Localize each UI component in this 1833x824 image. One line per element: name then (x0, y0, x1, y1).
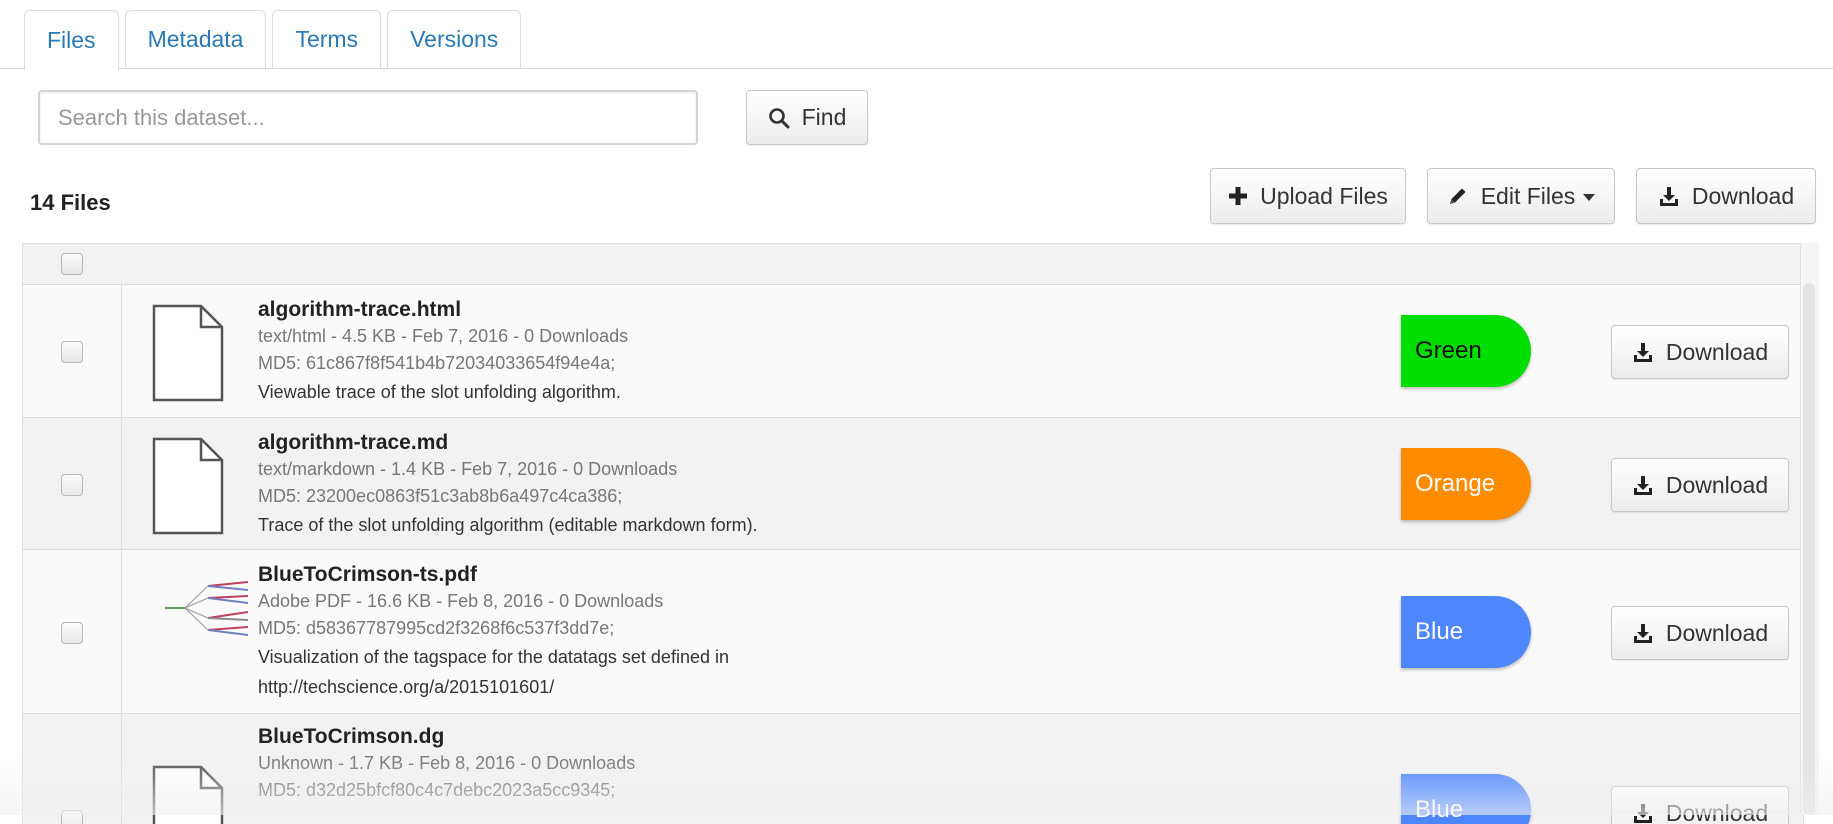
tab-terms[interactable]: Terms (272, 10, 381, 68)
tag-label[interactable]: Green (1401, 315, 1531, 387)
document-icon (151, 303, 225, 403)
download-icon (1632, 802, 1654, 824)
search-input[interactable] (38, 90, 698, 145)
download-icon (1632, 622, 1654, 644)
row-checkbox[interactable] (61, 474, 83, 496)
file-info: algorithm-trace.html text/html - 4.5 KB … (258, 297, 628, 407)
download-label: Download (1666, 472, 1768, 499)
file-info: BlueToCrimson-ts.pdf Adobe PDF - 16.6 KB… (258, 562, 729, 702)
file-count: 14 Files (30, 190, 111, 216)
upload-label: Upload Files (1260, 183, 1388, 210)
table-row: BlueToCrimson.dg Unknown - 1.7 KB - Feb … (23, 714, 1803, 824)
file-meta: text/markdown - 1.4 KB - Feb 7, 2016 - 0… (258, 456, 758, 483)
table-header (23, 244, 1803, 285)
upload-files-button[interactable]: Upload Files (1210, 168, 1406, 224)
tag-label[interactable]: Orange (1401, 448, 1531, 520)
tab-files[interactable]: Files (24, 10, 119, 70)
file-meta: Unknown - 1.7 KB - Feb 8, 2016 - 0 Downl… (258, 750, 635, 777)
file-md5: MD5: 23200ec0863f51c3ab8b6a497c4ca386; (258, 483, 758, 510)
download-label: Download (1666, 339, 1768, 366)
pencil-icon (1447, 185, 1469, 207)
find-label: Find (802, 104, 847, 131)
tab-metadata[interactable]: Metadata (125, 10, 267, 68)
select-all-checkbox[interactable] (61, 253, 83, 275)
file-info: BlueToCrimson.dg Unknown - 1.7 KB - Feb … (258, 724, 635, 804)
chevron-down-icon (1583, 194, 1595, 201)
file-md5: MD5: d58367787995cd2f3268f6c537f3dd7e; (258, 615, 729, 642)
file-name-link[interactable]: BlueToCrimson-ts.pdf (258, 562, 729, 588)
download-button[interactable]: Download (1611, 325, 1789, 379)
row-checkbox[interactable] (61, 622, 83, 644)
download-all-button[interactable]: Download (1636, 168, 1816, 224)
tab-label: Metadata (148, 26, 244, 53)
row-divider (121, 418, 122, 549)
file-description: Viewable trace of the slot unfolding alg… (258, 377, 628, 407)
tab-label: Terms (295, 26, 358, 53)
table-row: algorithm-trace.html text/html - 4.5 KB … (23, 285, 1803, 418)
file-md5: MD5: 61c867f8f541b4b72034033654f94e4a; (258, 350, 628, 377)
file-name-link[interactable]: algorithm-trace.html (258, 297, 628, 323)
find-button[interactable]: Find (746, 90, 868, 145)
row-checkbox[interactable] (61, 810, 83, 824)
row-divider (121, 550, 122, 713)
files-table: algorithm-trace.html text/html - 4.5 KB … (22, 243, 1804, 824)
table-row: algorithm-trace.md text/markdown - 1.4 K… (23, 418, 1803, 550)
row-divider (121, 714, 122, 824)
download-icon (1658, 185, 1680, 207)
tab-label: Files (47, 27, 96, 54)
row-divider (121, 285, 122, 417)
file-info: algorithm-trace.md text/markdown - 1.4 K… (258, 430, 758, 540)
download-label: Download (1666, 800, 1768, 824)
plus-icon (1228, 186, 1248, 206)
download-button[interactable]: Download (1611, 786, 1789, 824)
download-label: Download (1666, 620, 1768, 647)
tab-versions[interactable]: Versions (387, 10, 521, 68)
tab-label: Versions (410, 26, 498, 53)
file-name-link[interactable]: algorithm-trace.md (258, 430, 758, 456)
document-icon (151, 436, 225, 536)
file-meta: text/html - 4.5 KB - Feb 7, 2016 - 0 Dow… (258, 323, 628, 350)
edit-label: Edit Files (1481, 183, 1576, 210)
edit-files-button[interactable]: Edit Files (1427, 168, 1615, 224)
download-button[interactable]: Download (1611, 606, 1789, 660)
document-icon (151, 764, 225, 824)
file-name-link[interactable]: BlueToCrimson.dg (258, 724, 635, 750)
pdf-thumbnail-icon (163, 578, 253, 638)
file-description: Trace of the slot unfolding algorithm (e… (258, 510, 758, 540)
search-icon (768, 107, 790, 129)
file-description-link[interactable]: http://techscience.org/a/2015101601/ (258, 672, 729, 702)
download-label: Download (1692, 183, 1794, 210)
scrollbar-thumb[interactable] (1803, 283, 1815, 815)
file-md5: MD5: d32d25bfcf80c4c7debc2023a5cc9345; (258, 777, 635, 804)
download-icon (1632, 474, 1654, 496)
tab-bar: Files Metadata Terms Versions (24, 10, 527, 70)
file-meta: Adobe PDF - 16.6 KB - Feb 8, 2016 - 0 Do… (258, 588, 729, 615)
download-icon (1632, 341, 1654, 363)
tag-label[interactable]: Blue (1401, 596, 1531, 668)
file-description: Visualization of the tagspace for the da… (258, 642, 729, 672)
tag-label[interactable]: Blue (1401, 774, 1531, 824)
row-checkbox[interactable] (61, 341, 83, 363)
table-row: BlueToCrimson-ts.pdf Adobe PDF - 16.6 KB… (23, 550, 1803, 714)
download-button[interactable]: Download (1611, 458, 1789, 512)
